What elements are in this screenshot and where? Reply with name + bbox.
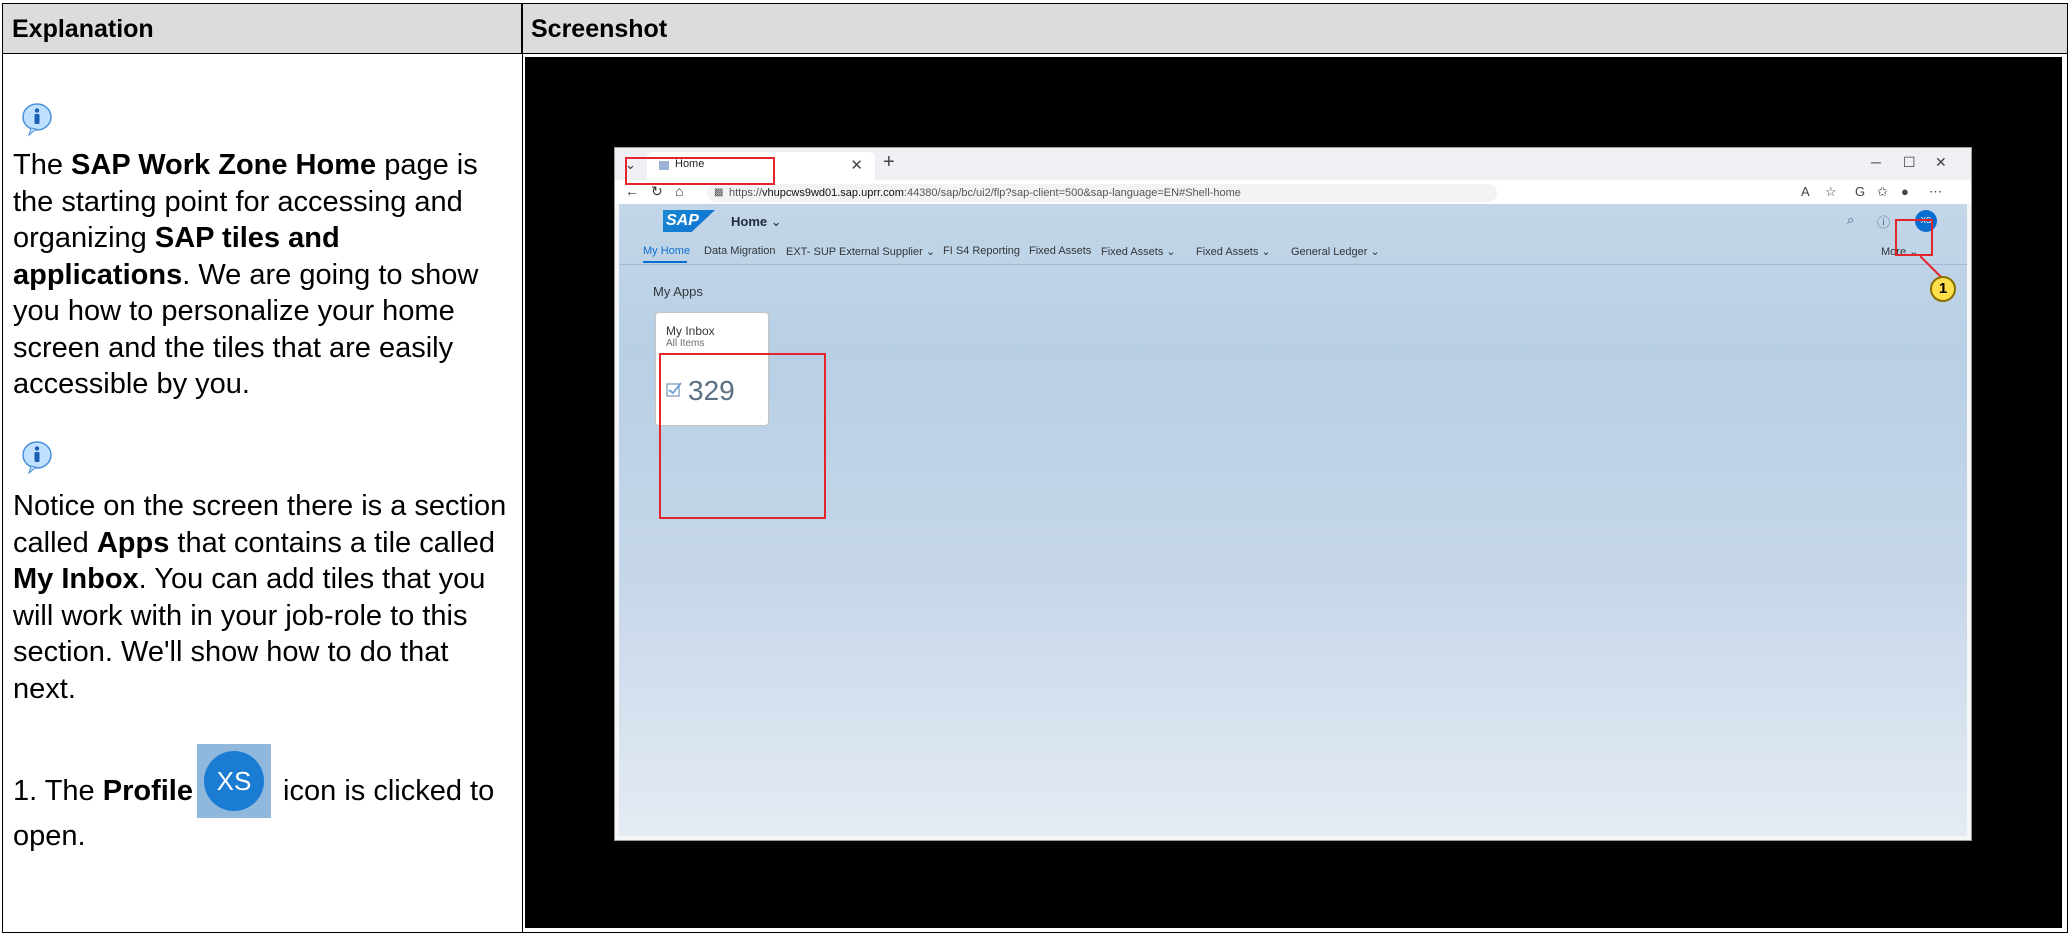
text-run: The	[13, 149, 72, 181]
step-1-paragraph: 1. The Profile XS icon is clicked to open…	[13, 744, 518, 855]
space-navigation: My Home Data Migration EXT- SUP External…	[619, 238, 1967, 265]
nav-fi-s4-reporting[interactable]: FI S4 Reporting	[943, 245, 1020, 257]
text-run: 1. The	[13, 775, 103, 807]
text-bold: My Inbox	[13, 563, 139, 595]
avatar-highlight-box	[1895, 219, 1933, 256]
chevron-down-icon: ⌄	[1166, 246, 1176, 258]
home-icon[interactable]: ⌂	[675, 183, 683, 199]
nav-fixed-assets[interactable]: Fixed Assets	[1029, 245, 1091, 257]
url-host: vhupcws9wd01.sap.uprr.com	[762, 187, 904, 199]
nav-data-migration[interactable]: Data Migration	[704, 245, 776, 257]
apps-paragraph: Notice on the screen there is a section …	[13, 488, 518, 707]
url-input[interactable]: ▩ https://vhupcws9wd01.sap.uprr.com:44380…	[707, 184, 1497, 202]
refresh-icon[interactable]: ↻	[651, 183, 663, 200]
step-callout-badge: 1	[1930, 276, 1956, 302]
extension-icon[interactable]: G	[1855, 184, 1865, 199]
nav-label: Fixed Assets	[1196, 246, 1259, 258]
selected-tab-indicator	[643, 261, 687, 263]
nav-fixed-assets-menu[interactable]: Fixed Assets ⌄	[1101, 245, 1176, 258]
explanation-header: Explanation	[3, 4, 522, 54]
nav-fixed-assets-menu[interactable]: Fixed Assets ⌄	[1196, 245, 1271, 258]
minimize-icon[interactable]: ─	[1871, 154, 1881, 170]
nav-ext-sup-menu[interactable]: EXT- SUP External Supplier ⌄	[786, 245, 935, 258]
user-profile-icon[interactable]: ●	[1901, 184, 1909, 199]
close-window-icon[interactable]: ✕	[1935, 154, 1947, 171]
info-icon	[22, 441, 52, 475]
url-scheme: https://	[729, 187, 763, 199]
maximize-icon[interactable]: ☐	[1903, 154, 1916, 171]
profile-icon-initials: XS	[204, 751, 264, 811]
chevron-down-icon: ⌄	[770, 214, 782, 229]
text-bold: Profile	[102, 775, 193, 807]
sap-logo[interactable]: SAP	[663, 210, 715, 232]
info-icon	[22, 103, 52, 137]
text-bold: SAP Work Zone Home	[71, 149, 377, 181]
search-icon[interactable]: ⌕	[1847, 212, 1854, 228]
home-menu[interactable]: Home ⌄	[731, 214, 782, 230]
my-apps-section-title: My Apps	[653, 284, 703, 299]
address-bar-row: ← ↻ ⌂ ▩ https://vhupcws9wd01.sap.uprr.com…	[615, 180, 1971, 204]
read-aloud-icon[interactable]: A	[1801, 184, 1810, 199]
favorites-icon[interactable]: ✩	[1877, 184, 1888, 200]
chevron-down-icon: ⌄	[925, 246, 936, 258]
tab-highlight-box	[625, 157, 775, 185]
chevron-down-icon: ⌄	[1370, 246, 1380, 258]
tab-bar: ⌄ Home ✕ + ─ ☐ ✕	[615, 148, 1971, 180]
sap-work-zone-page: SAP Home ⌄ ⌕ ⓘ XS My Home Data Migration…	[619, 204, 1967, 836]
tile-subtitle: All Items	[666, 338, 705, 349]
nav-label: Fixed Assets	[1101, 246, 1164, 258]
text-run: that contains a tile called	[169, 526, 495, 559]
close-tab-icon[interactable]: ✕	[850, 156, 863, 174]
more-options-icon[interactable]: ⋯	[1929, 184, 1942, 200]
tile-highlight-box	[659, 353, 826, 519]
nav-label: General Ledger	[1291, 246, 1368, 258]
lock-icon: ▩	[714, 187, 724, 198]
tile-title: My Inbox	[666, 324, 715, 338]
column-divider	[522, 4, 523, 932]
home-title: Home	[731, 214, 768, 229]
screenshot-header: Screenshot	[522, 4, 2067, 54]
nav-my-home[interactable]: My Home	[643, 245, 690, 257]
nav-label: EXT- SUP External Supplier	[786, 246, 923, 258]
shell-bar: SAP Home ⌄ ⌕ ⓘ XS	[619, 204, 1967, 238]
profile-icon: XS	[197, 744, 271, 818]
chevron-down-icon: ⌄	[1261, 246, 1271, 258]
intro-paragraph: The SAP Work Zone Home page is the start…	[13, 147, 518, 403]
text-bold: Apps	[96, 526, 170, 559]
new-tab-icon[interactable]: +	[883, 151, 895, 174]
help-icon[interactable]: ⓘ	[1877, 212, 1890, 231]
nav-general-ledger-menu[interactable]: General Ledger ⌄	[1291, 245, 1380, 258]
explanation-cell: The SAP Work Zone Home page is the start…	[3, 54, 522, 932]
back-icon[interactable]: ←	[625, 183, 639, 199]
favorite-star-icon[interactable]: ☆	[1825, 184, 1837, 200]
url-path: :44380/sap/bc/ui2/flp?sap-client=500&sap…	[903, 187, 1241, 199]
